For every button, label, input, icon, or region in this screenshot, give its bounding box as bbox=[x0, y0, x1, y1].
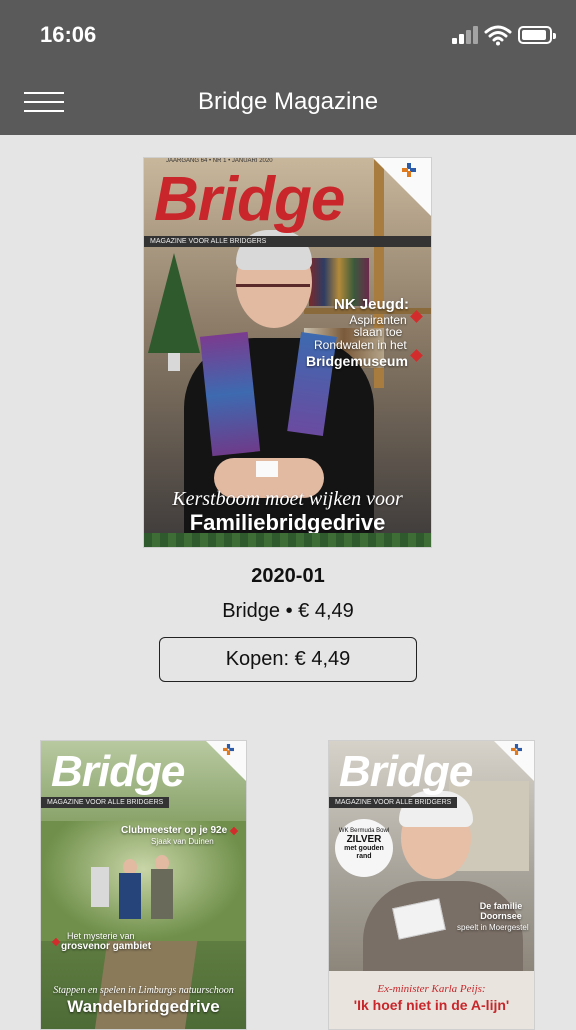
grid-cover-2-tagline: MAGAZINE VOOR ALLE BRIDGERS bbox=[329, 797, 458, 808]
grid-cover-2-headline-bold: 'Ik hoef niet in de A-lijn' bbox=[353, 997, 510, 1013]
battery-icon bbox=[518, 26, 556, 44]
cover-brand: Bridge bbox=[154, 165, 345, 234]
grid-cover-1-side-2-title: grosvenor gambiet bbox=[61, 941, 152, 952]
cover-side-2-sub: Rondwalen in het bbox=[314, 338, 407, 352]
featured-cover[interactable]: Bridge MAGAZINE VOOR ALLE BRIDGERS JAARG… bbox=[143, 157, 432, 548]
medal-badge-line-2: ZILVER bbox=[346, 834, 382, 845]
grid-cover-2-medal-badge: WK Bermuda Bowl ZILVER met gouden rand bbox=[335, 819, 393, 877]
issue-title: 2020-01 bbox=[251, 565, 325, 587]
cover-issue-line: JAARGANG 64 • NR 1 • JANUARI 2020 bbox=[166, 158, 273, 164]
buy-button[interactable]: Kopen: € 4,49 bbox=[159, 637, 417, 682]
cover-side-1-title: NK Jeugd: bbox=[334, 296, 409, 313]
cover-tagline: MAGAZINE VOOR ALLE BRIDGERS bbox=[144, 236, 431, 247]
grid-cover-1-tagline: MAGAZINE VOOR ALLE BRIDGERS bbox=[41, 797, 170, 808]
diamond-icon bbox=[410, 349, 423, 362]
grid-cover-1-side-2-sub: Het mysterie van bbox=[67, 931, 135, 941]
medal-badge-line-3: met gouden rand bbox=[344, 845, 384, 860]
cover-side-1-sub: Aspiranten slaan toe bbox=[349, 313, 407, 339]
grid-cover-2-side-1-sub: speelt in Moergestel bbox=[457, 923, 529, 932]
page-title: Bridge Magazine bbox=[197, 88, 379, 115]
nav-bar: Bridge Magazine bbox=[0, 70, 576, 135]
signal-icon bbox=[452, 26, 478, 44]
grid-cover-1-headline-bold: Wandelbridgedrive bbox=[67, 997, 220, 1016]
cover-headline-script: Kerstboom moet wijken voor bbox=[172, 488, 403, 510]
grid-cover-2-brand: Bridge bbox=[339, 747, 473, 796]
bridgebond-logo-icon bbox=[402, 163, 416, 177]
grid-cover-1-brand: Bridge bbox=[51, 747, 185, 796]
issue-subtitle: Bridge • € 4,49 bbox=[222, 600, 354, 622]
grid-cover-2[interactable]: Bridge MAGAZINE VOOR ALLE BRIDGERS WK Be… bbox=[328, 740, 535, 1030]
grid-cover-2-side-1-title: De familie Doornsee bbox=[479, 901, 523, 921]
status-bar: 16:06 bbox=[0, 0, 576, 70]
bridgebond-logo-icon bbox=[511, 744, 522, 755]
grid-cover-2-headline-script: Ex-minister Karla Peijs: bbox=[377, 983, 486, 995]
cover-side-2-title: Bridgemuseum bbox=[306, 353, 408, 369]
grid-cover-1[interactable]: Bridge MAGAZINE VOOR ALLE BRIDGERS Clubm… bbox=[40, 740, 247, 1030]
grid-cover-1-side-1-sub: Sjaak van Duinen bbox=[151, 837, 214, 846]
grid-cover-1-side-1-title: Clubmeester op je 92e bbox=[121, 825, 228, 836]
status-time: 16:06 bbox=[40, 22, 97, 47]
wifi-icon bbox=[484, 25, 512, 46]
grid-cover-1-headline-script: Stappen en spelen in Limburgs natuurscho… bbox=[53, 985, 234, 996]
bridgebond-logo-icon bbox=[223, 744, 234, 755]
magazine-list: Bridge MAGAZINE VOOR ALLE BRIDGERS JAARG… bbox=[0, 135, 576, 1030]
